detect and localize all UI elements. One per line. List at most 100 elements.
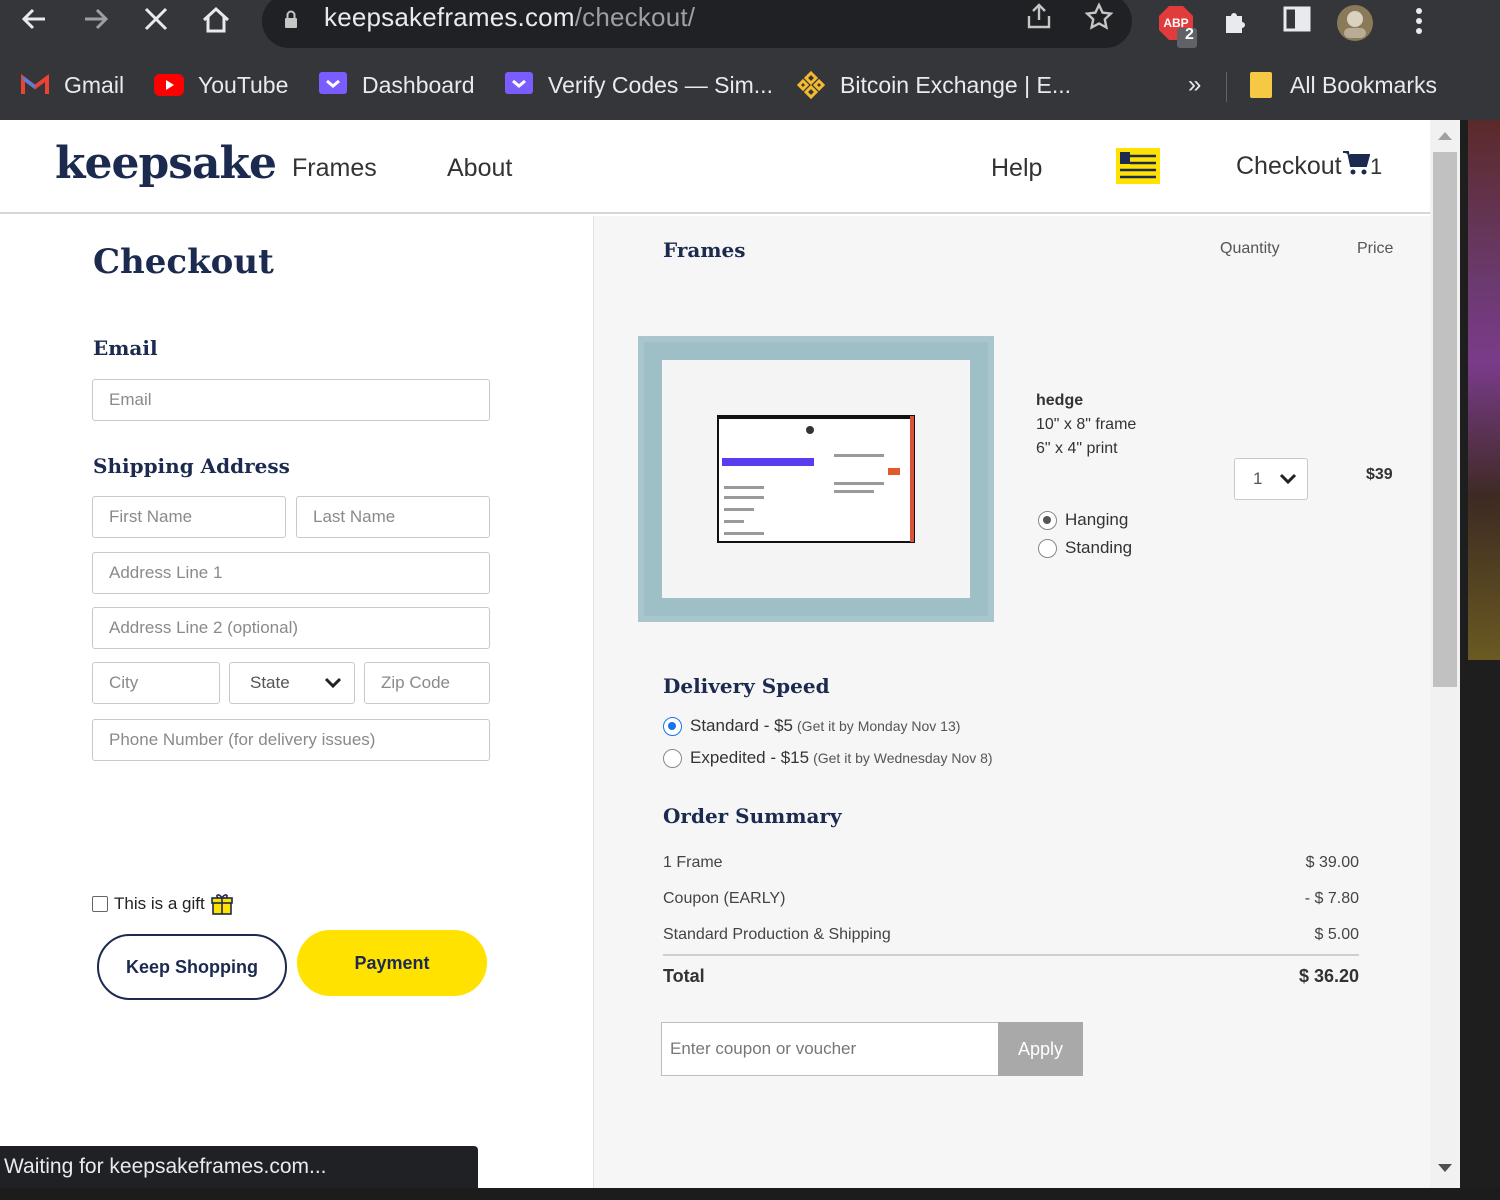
bookmarks-overflow-button[interactable]: » [1188, 70, 1201, 100]
address-bar[interactable]: keepsakeframes.com/checkout/ [262, 0, 1132, 48]
summary-row: 1 Frame $ 39.00 [663, 854, 1359, 871]
item-price: $39 [1366, 466, 1393, 483]
chevron-down-icon [324, 677, 342, 689]
nav-frames-link[interactable]: Frames [292, 154, 377, 183]
web-page: keepsake Frames About Help Checkout 1 Ch… [0, 120, 1430, 1190]
bookmark-star-icon[interactable] [1084, 2, 1114, 39]
lock-icon [285, 10, 297, 28]
dashboard-icon [318, 70, 348, 100]
page-scrollbar[interactable] [1430, 120, 1460, 1190]
bookmarks-bar: Gmail YouTube Dashboard Verify Codes — S… [0, 62, 1500, 106]
price-column-header: Price [1357, 240, 1394, 257]
extension-badge: 2 [1185, 26, 1194, 43]
frames-section-title: Frames [663, 238, 746, 262]
item-print-size: 6" x 4" print [1036, 440, 1118, 457]
last-name-field[interactable] [296, 496, 490, 538]
delivery-standard-option[interactable]: Standard - $5 (Get it by Monday Nov 13) [663, 716, 960, 736]
email-section-title: Email [93, 336, 158, 360]
address-line-1-field[interactable] [92, 552, 490, 594]
adblock-extension-icon[interactable]: ABP 2 [1157, 4, 1197, 48]
summary-row: Coupon (EARLY) - $ 7.80 [663, 890, 1359, 907]
item-frame-size: 10" x 8" frame [1036, 416, 1137, 433]
delivery-speed-title: Delivery Speed [663, 674, 830, 698]
mount-hanging-option[interactable]: Hanging [1038, 510, 1128, 530]
city-field[interactable] [92, 662, 220, 704]
keepsake-logo[interactable]: keepsake [55, 138, 277, 189]
address-line-2-field[interactable] [92, 607, 490, 649]
verify-icon [504, 70, 534, 100]
delivery-expedited-option[interactable]: Expedited - $15 (Get it by Wednesday Nov… [663, 748, 993, 768]
order-panel: Frames Quantity Price hedge 10" x 8" fra… [593, 216, 1430, 1190]
scroll-thumb[interactable] [1433, 152, 1457, 687]
side-panel-icon[interactable] [1282, 4, 1318, 40]
binance-icon [796, 70, 826, 100]
gift-option[interactable]: This is a gift [92, 892, 233, 916]
gmail-icon [20, 70, 50, 100]
summary-divider [663, 954, 1359, 956]
bookmark-verify-codes[interactable]: Verify Codes — Sim... [504, 70, 773, 100]
background-window-image [1468, 120, 1500, 660]
state-select[interactable]: State [229, 662, 355, 704]
back-icon[interactable] [16, 4, 52, 36]
browser-menu-icon[interactable] [1406, 4, 1442, 40]
status-text: Waiting for keepsakeframes.com... [4, 1155, 327, 1178]
bookmark-dashboard[interactable]: Dashboard [318, 70, 475, 100]
total-label: Total [663, 966, 705, 986]
delivery-standard-radio[interactable] [663, 716, 682, 736]
gift-label: This is a gift [114, 894, 205, 913]
quantity-value: 1 [1253, 469, 1263, 488]
stop-loading-icon[interactable] [138, 4, 174, 36]
gift-icon [210, 894, 233, 915]
delivery-expedited-radio[interactable] [663, 748, 682, 768]
youtube-icon [154, 70, 184, 100]
cart-count: 1 [1370, 154, 1383, 179]
profile-avatar[interactable] [1336, 4, 1373, 41]
quantity-select[interactable]: 1 [1234, 458, 1308, 500]
email-field[interactable] [92, 379, 490, 421]
taskbar-edge [0, 1188, 1500, 1200]
gift-checkbox[interactable] [92, 896, 108, 912]
all-bookmarks-button[interactable]: All Bookmarks [1246, 70, 1437, 100]
chevron-down-icon [1279, 473, 1297, 485]
order-summary-title: Order Summary [663, 804, 842, 828]
shipping-section-title: Shipping Address [93, 454, 290, 478]
bookmark-gmail[interactable]: Gmail [20, 70, 124, 100]
mount-hanging-radio[interactable] [1038, 510, 1057, 530]
browser-toolbar: keepsakeframes.com/checkout/ ABP 2 [0, 0, 1500, 52]
total-amount: $ 36.20 [1298, 966, 1359, 986]
item-name: hedge [1036, 392, 1084, 409]
bookmark-bitcoin-exchange[interactable]: Bitcoin Exchange | E... [796, 70, 1071, 100]
mount-standing-option[interactable]: Standing [1038, 538, 1132, 558]
url-text: keepsakeframes.com/checkout/ [324, 2, 696, 32]
share-icon[interactable] [1024, 2, 1054, 39]
coupon-input[interactable] [661, 1022, 999, 1076]
phone-field[interactable] [92, 719, 490, 761]
forward-icon[interactable] [78, 4, 114, 36]
nav-checkout-link[interactable]: Checkout [1236, 152, 1342, 181]
extensions-puzzle-icon[interactable] [1220, 4, 1256, 40]
keep-shopping-button[interactable]: Keep Shopping [97, 934, 287, 1000]
apply-coupon-button[interactable]: Apply [998, 1022, 1083, 1076]
nav-help-link[interactable]: Help [991, 154, 1042, 183]
summary-row: Standard Production & Shipping $ 5.00 [663, 926, 1359, 943]
nav-about-link[interactable]: About [447, 154, 512, 183]
site-header: keepsake Frames About Help Checkout 1 [0, 120, 1430, 214]
background-window [1460, 120, 1500, 1190]
us-flag-icon[interactable] [1116, 148, 1160, 184]
scroll-up-arrow-icon[interactable] [1438, 132, 1452, 140]
bookmarks-divider [1226, 72, 1227, 102]
scroll-down-arrow-icon[interactable] [1438, 1164, 1452, 1172]
state-select-value: State [250, 673, 290, 692]
mount-standing-radio[interactable] [1038, 538, 1057, 558]
framed-print-preview [638, 336, 994, 622]
first-name-field[interactable] [92, 496, 286, 538]
zip-code-field[interactable] [364, 662, 490, 704]
cart-icon[interactable] [1342, 150, 1370, 176]
checkout-form: Checkout Email Shipping Address State Th… [0, 216, 592, 1190]
bookmark-youtube[interactable]: YouTube [154, 70, 288, 100]
payment-button[interactable]: Payment [297, 930, 487, 996]
browser-chrome: keepsakeframes.com/checkout/ ABP 2 Gmail… [0, 0, 1500, 120]
summary-total-row: Total $ 36.20 [663, 966, 1359, 987]
home-icon[interactable] [198, 4, 234, 36]
quantity-column-header: Quantity [1220, 240, 1280, 257]
